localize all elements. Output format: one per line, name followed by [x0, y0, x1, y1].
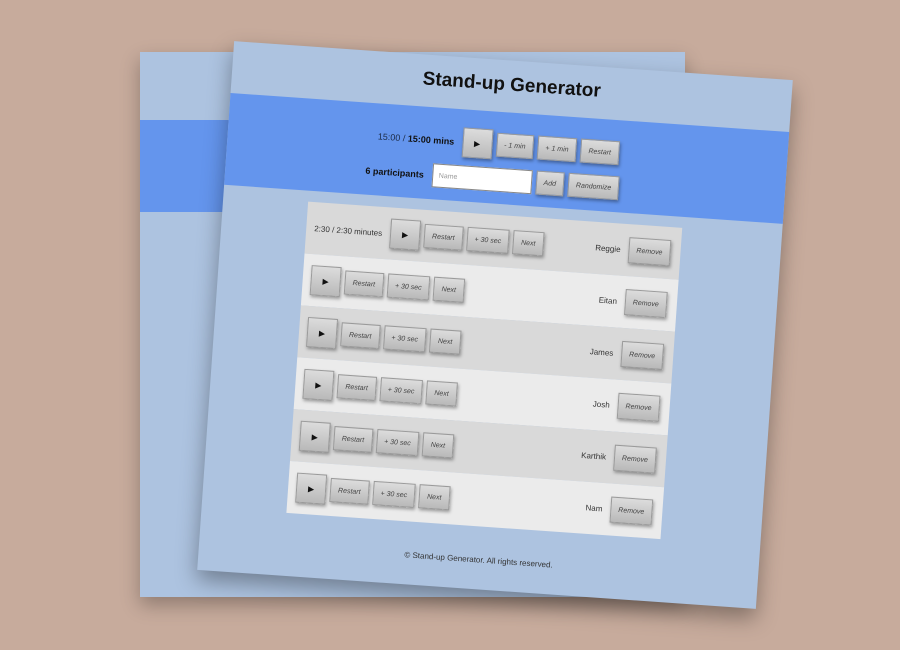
participant-name: Nam [585, 503, 603, 514]
remove-button[interactable]: Remove [609, 496, 654, 526]
add-30-sec-button[interactable]: + 30 sec [386, 273, 431, 301]
participant-play-button[interactable]: ▶ [309, 265, 342, 298]
add-30-sec-button[interactable]: + 30 sec [371, 480, 416, 508]
play-icon: ▶ [315, 380, 322, 390]
minus-one-min-button[interactable]: - 1 min [495, 132, 535, 160]
play-icon: ▶ [473, 138, 481, 149]
participant-timer: 2:30 / 2:30 minutes [314, 223, 383, 238]
participant-name: Karthik [580, 450, 607, 462]
next-button[interactable]: Next [421, 432, 454, 459]
play-icon: ▶ [318, 328, 326, 338]
play-icon: ▶ [307, 483, 315, 494]
timer-play-button[interactable]: ▶ [461, 127, 494, 160]
next-button[interactable]: Next [512, 230, 545, 257]
name-input[interactable] [430, 163, 533, 195]
remove-button[interactable]: Remove [623, 289, 668, 318]
participant-restart-button[interactable]: Restart [343, 270, 384, 298]
participant-play-button[interactable]: ▶ [389, 218, 422, 251]
add-30-sec-button[interactable]: + 30 sec [378, 377, 424, 405]
participant-count: 6 participants [365, 165, 425, 180]
participant-name: James [589, 347, 614, 358]
participant-name: Eitan [598, 295, 618, 306]
participant-name: Reggie [594, 243, 621, 255]
add-button[interactable]: Add [534, 170, 565, 197]
participant-list: 2:30 / 2:30 minutes ▶ Restart + 30 sec N… [286, 201, 683, 540]
participant-restart-button[interactable]: Restart [336, 374, 377, 401]
participant-play-button[interactable]: ▶ [306, 316, 339, 349]
participant-restart-button[interactable]: Restart [329, 477, 370, 505]
total-timer: 15:00 / 15:00 mins [378, 131, 455, 146]
timer-total: 15:00 mins [407, 133, 455, 147]
timer-elapsed: 15:00 [377, 131, 401, 143]
add-30-sec-button[interactable]: + 30 sec [375, 429, 420, 456]
remove-button[interactable]: Remove [627, 237, 672, 267]
remove-button[interactable]: Remove [613, 444, 657, 474]
participant-restart-button[interactable]: Restart [332, 426, 374, 453]
timer-restart-button[interactable]: Restart [579, 138, 620, 166]
play-icon: ▶ [401, 229, 409, 240]
remove-button[interactable]: Remove [620, 340, 665, 370]
play-icon: ▶ [311, 431, 319, 442]
participant-name: Josh [592, 399, 610, 410]
participant-play-button[interactable]: ▶ [295, 472, 328, 505]
next-button[interactable]: Next [418, 484, 451, 511]
remove-button[interactable]: Remove [616, 392, 661, 422]
randomize-button[interactable]: Randomize [567, 172, 621, 201]
next-button[interactable]: Next [429, 328, 462, 355]
participant-restart-button[interactable]: Restart [340, 322, 381, 349]
next-button[interactable]: Next [432, 276, 465, 303]
next-button[interactable]: Next [425, 380, 458, 407]
play-icon: ▶ [322, 276, 330, 286]
app-window: Stand-up Generator 15:00 / 15:00 mins ▶ … [197, 41, 793, 609]
participant-restart-button[interactable]: Restart [423, 223, 464, 251]
add-30-sec-button[interactable]: + 30 sec [465, 226, 510, 254]
participant-play-button[interactable]: ▶ [298, 420, 331, 453]
add-30-sec-button[interactable]: + 30 sec [382, 325, 427, 353]
participant-play-button[interactable]: ▶ [302, 368, 335, 401]
plus-one-min-button[interactable]: + 1 min [536, 135, 578, 163]
